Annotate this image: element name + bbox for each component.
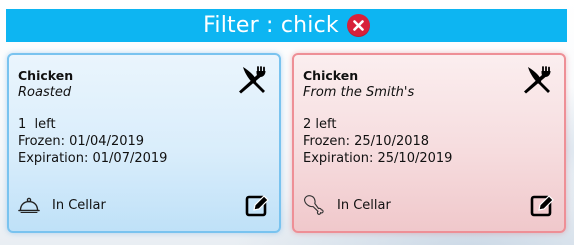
fork-knife-icon — [524, 66, 551, 94]
card-details: Chicken Roasted 1 left Frozen: 01/04/201… — [18, 67, 167, 167]
item-subtitle: Roasted — [18, 85, 72, 100]
location-label: In Cellar — [337, 198, 391, 213]
edit-icon[interactable] — [530, 194, 554, 218]
cloche-icon — [18, 197, 40, 214]
card-details: Chicken From the Smith's 2 left Frozen: … — [303, 67, 452, 167]
frozen-date: Frozen: 25/10/2018 — [303, 134, 430, 149]
filter-bar: Filter : chick — [6, 9, 567, 42]
location-label: In Cellar — [52, 198, 106, 213]
item-name: Chicken — [303, 68, 359, 83]
food-card[interactable]: Chicken From the Smith's 2 left Frozen: … — [292, 53, 566, 233]
fork-knife-icon — [239, 66, 266, 94]
item-quantity: 1 left — [18, 117, 56, 132]
clear-filter-button[interactable] — [346, 14, 370, 37]
drumstick-icon — [304, 195, 324, 215]
filter-label: Filter : chick — [203, 13, 339, 38]
close-icon — [353, 20, 364, 31]
expiration-date: Expiration: 25/10/2019 — [303, 151, 453, 166]
food-card[interactable]: Chicken Roasted 1 left Frozen: 01/04/201… — [7, 53, 281, 233]
edit-icon[interactable] — [245, 194, 269, 218]
item-subtitle: From the Smith's — [303, 85, 415, 100]
item-quantity: 2 left — [303, 117, 337, 132]
frozen-date: Frozen: 01/04/2019 — [18, 134, 145, 149]
item-name: Chicken — [18, 68, 74, 83]
expiration-date: Expiration: 01/07/2019 — [18, 151, 168, 166]
